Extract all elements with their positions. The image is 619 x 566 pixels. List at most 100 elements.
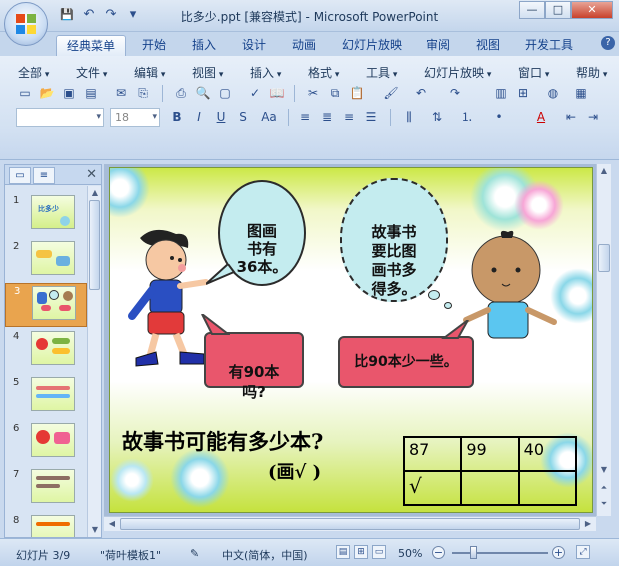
open-icon[interactable]: 📂 xyxy=(38,84,56,102)
research-icon[interactable]: 📖 xyxy=(268,84,286,102)
zoom-slider-track[interactable] xyxy=(452,552,548,554)
maximize-button[interactable]: □ xyxy=(545,1,571,19)
hint-text[interactable]: (画√ ) xyxy=(268,458,321,484)
font-color-icon[interactable]: A xyxy=(532,108,550,126)
zoom-out-icon[interactable]: − xyxy=(432,546,445,559)
table-cell[interactable]: √ xyxy=(402,470,463,506)
scroll-up-icon[interactable]: ▲ xyxy=(598,165,610,177)
italic-button[interactable]: I xyxy=(190,108,208,126)
slide-thumb-8[interactable]: 8 xyxy=(5,513,87,537)
globe-icon[interactable]: ◍ xyxy=(544,84,562,102)
email-icon[interactable]: ✉ xyxy=(112,84,130,102)
scrollbar-thumb[interactable] xyxy=(598,244,610,272)
table-cell[interactable]: 99 xyxy=(460,436,520,472)
slide-thumb-6[interactable]: 6 xyxy=(5,421,87,465)
align-center-icon[interactable]: ≣ xyxy=(318,108,336,126)
tab-review[interactable]: 审阅 xyxy=(418,35,458,56)
table-cell[interactable]: 40 xyxy=(517,436,578,472)
slide-thumb-5[interactable]: 5 xyxy=(5,375,87,419)
menu-format[interactable]: 格式 xyxy=(308,64,339,81)
slideshow-view-icon[interactable]: ▭ xyxy=(372,545,386,559)
table-cell[interactable] xyxy=(460,470,520,506)
increase-indent-icon[interactable]: ⇥ xyxy=(584,108,602,126)
scroll-left-icon[interactable]: ◀ xyxy=(106,518,118,530)
align-left-icon[interactable]: ≡ xyxy=(296,108,314,126)
columns-icon[interactable]: ⫼ xyxy=(400,108,418,126)
tab-developer[interactable]: 开发工具 xyxy=(518,35,580,56)
slide-thumb-2[interactable]: 2 xyxy=(5,239,87,283)
vertical-scrollbar[interactable]: ▲ ▼ ⏶ ⏷ xyxy=(596,164,611,516)
normal-view-icon[interactable]: ▤ xyxy=(336,545,350,559)
scroll-down-icon[interactable]: ▼ xyxy=(89,524,101,536)
slides-tab[interactable]: ▭ xyxy=(9,167,31,184)
print-icon[interactable]: ⎙ xyxy=(172,84,190,102)
tab-classic-menu[interactable]: 经典菜单 xyxy=(56,35,126,56)
slide-thumb-7[interactable]: 7 xyxy=(5,467,87,511)
office-button[interactable] xyxy=(4,2,48,46)
slide-canvas[interactable]: 图画 书有 36本。 故事书 要比图 画书多 得多。 有90本 吗? 比90本少… xyxy=(109,167,593,513)
font-name-combo[interactable] xyxy=(16,108,104,127)
thought-bubble-girl[interactable]: 故事书 要比图 画书多 得多。 xyxy=(340,178,448,302)
slide-sorter-icon[interactable]: ⊞ xyxy=(354,545,368,559)
scrollbar-thumb[interactable] xyxy=(120,518,580,530)
horizontal-scrollbar[interactable]: ◀ ▶ xyxy=(104,516,596,531)
tab-home[interactable]: 开始 xyxy=(134,35,174,56)
tab-insert[interactable]: 插入 xyxy=(184,35,224,56)
tab-animation[interactable]: 动画 xyxy=(284,35,324,56)
callout-boy-question[interactable]: 有90本 吗? xyxy=(204,332,304,401)
tab-view[interactable]: 视图 xyxy=(468,35,508,56)
numbering-icon[interactable]: ⒈ xyxy=(458,108,476,126)
align-right-icon[interactable]: ≡ xyxy=(340,108,358,126)
language-indicator[interactable]: 中文(简体，中国) xyxy=(222,547,308,563)
help-icon[interactable]: ? xyxy=(601,36,615,50)
save-icon[interactable]: ▣ xyxy=(60,84,78,102)
pdf-icon[interactable]: ⎘ xyxy=(134,84,152,102)
slide-thumb-4[interactable]: 4 xyxy=(5,329,87,373)
close-pane-icon[interactable]: ✕ xyxy=(86,167,97,182)
menu-edit[interactable]: 编辑 xyxy=(134,64,165,81)
answer-table[interactable]: 87 99 40 √ xyxy=(402,436,578,506)
menu-help[interactable]: 帮助 xyxy=(576,64,607,81)
redo-icon[interactable]: ↷ xyxy=(446,84,464,102)
shadow-button[interactable]: S xyxy=(234,108,252,126)
question-text[interactable]: 故事书可能有多少本? xyxy=(122,426,323,456)
view-icon[interactable]: ▢ xyxy=(216,84,234,102)
font-size-combo[interactable]: 18 xyxy=(110,108,160,127)
table-cell[interactable]: 87 xyxy=(402,436,463,472)
slides-pane-scrollbar[interactable]: ▲ ▼ xyxy=(87,186,101,537)
new-icon[interactable]: ▭ xyxy=(16,84,34,102)
permission-icon[interactable]: ▤ xyxy=(82,84,100,102)
table-icon[interactable]: ⊞ xyxy=(514,84,532,102)
menu-window[interactable]: 窗口 xyxy=(518,64,549,81)
menu-slideshow[interactable]: 幻灯片放映 xyxy=(424,64,491,81)
next-slide-icon[interactable]: ⏷ xyxy=(598,498,610,510)
menu-tools[interactable]: 工具 xyxy=(366,64,397,81)
outline-tab[interactable]: ≡ xyxy=(33,167,55,184)
text-direction-icon[interactable]: ⇅ xyxy=(428,108,446,126)
paste-icon[interactable]: 📋 xyxy=(348,84,366,102)
fit-to-window-icon[interactable]: ⤢ xyxy=(576,545,590,559)
menu-view[interactable]: 视图 xyxy=(192,64,223,81)
format-painter-icon[interactable]: 🖌 xyxy=(382,84,400,102)
change-case-button[interactable]: Aa xyxy=(258,108,280,126)
slide-thumb-3[interactable]: 3 xyxy=(5,283,87,327)
spelling-icon[interactable]: ✓ xyxy=(246,84,264,102)
decrease-indent-icon[interactable]: ⇤ xyxy=(562,108,580,126)
zoom-level[interactable]: 50% xyxy=(398,547,422,560)
callout-girl-answer[interactable]: 比90本少一些。 xyxy=(338,336,474,388)
zoom-in-icon[interactable]: + xyxy=(552,546,565,559)
cut-icon[interactable]: ✂ xyxy=(304,84,322,102)
menu-file[interactable]: 文件 xyxy=(76,64,107,81)
underline-button[interactable]: U xyxy=(212,108,230,126)
bullets-icon[interactable]: • xyxy=(490,108,508,126)
scroll-right-icon[interactable]: ▶ xyxy=(582,518,594,530)
previous-slide-icon[interactable]: ⏶ xyxy=(598,482,610,494)
table-cell[interactable] xyxy=(517,470,578,506)
zoom-slider-thumb[interactable] xyxy=(470,546,477,559)
print-preview-icon[interactable]: 🔍 xyxy=(194,84,212,102)
undo-icon[interactable]: ↶ xyxy=(412,84,430,102)
bold-button[interactable]: B xyxy=(168,108,186,126)
menu-insert[interactable]: 插入 xyxy=(250,64,281,81)
chart-icon[interactable]: ▥ xyxy=(492,84,510,102)
scroll-down-icon[interactable]: ▼ xyxy=(598,464,610,476)
